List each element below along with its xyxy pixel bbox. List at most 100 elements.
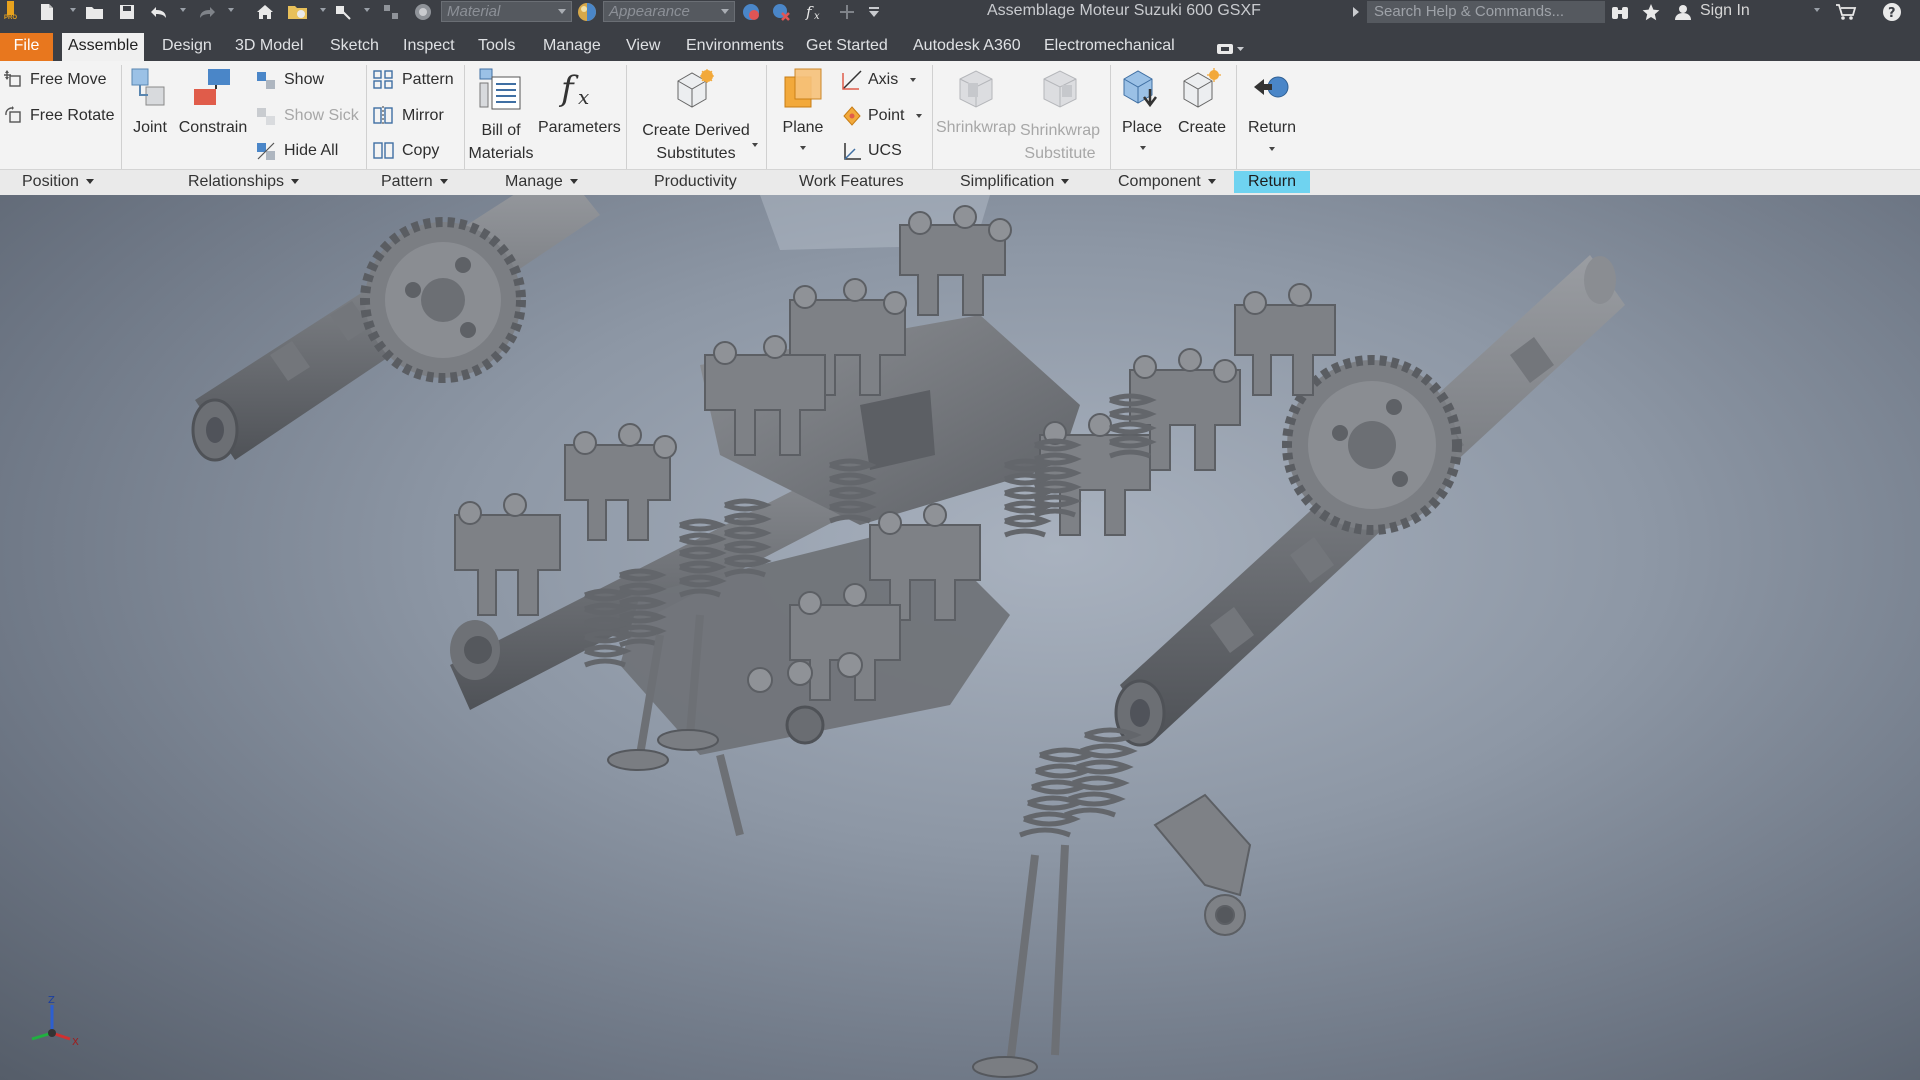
document-title: Assemblage Moteur Suzuki 600 GSXF [987, 2, 1261, 19]
return-button[interactable]: Return [1240, 119, 1304, 137]
bill-of-materials-button[interactable]: Bill of Materials [462, 119, 540, 165]
joint-icon [130, 67, 170, 109]
parameters-button[interactable]: Parameters [538, 119, 621, 137]
axis-button[interactable]: Axis [868, 71, 898, 89]
create-component-icon [1180, 67, 1224, 111]
measure-plus-icon[interactable] [836, 2, 858, 22]
project-dropdown-caret[interactable] [320, 8, 326, 12]
binoculars-icon[interactable] [1609, 2, 1631, 22]
sws-label-line2: Substitute [1024, 145, 1096, 162]
panel-component-label[interactable]: Component [1118, 171, 1216, 193]
tab-sketch[interactable]: Sketch [324, 33, 385, 61]
point-button[interactable]: Point [868, 107, 904, 125]
tab-3d-model[interactable]: 3D Model [229, 33, 309, 61]
triad-z-label: Z [48, 995, 55, 1006]
tab-electromechanical[interactable]: Electromechanical [1038, 33, 1181, 61]
plane-button[interactable]: Plane [776, 119, 830, 137]
redo-dropdown-caret[interactable] [228, 8, 234, 12]
shrinkwrap-substitute-button[interactable]: Shrinkwrap Substitute [1018, 119, 1102, 165]
tab-file[interactable]: File [0, 33, 53, 61]
help-icon[interactable]: ? [1880, 2, 1904, 22]
shrinkwrap-button[interactable]: Shrinkwrap [934, 119, 1018, 137]
create-button[interactable]: Create [1172, 119, 1232, 137]
select-dropdown-caret[interactable] [364, 8, 370, 12]
valve-heads [607, 729, 1038, 1078]
parameters-fx-icon[interactable]: fx [804, 2, 826, 22]
clear-appearance-icon[interactable] [770, 2, 792, 22]
redo-icon[interactable] [196, 2, 218, 22]
plane-dropdown-caret[interactable] [800, 146, 806, 150]
select-priority-icon[interactable] [332, 2, 354, 22]
constrain-button[interactable]: Constrain [178, 119, 248, 137]
free-rotate-button[interactable]: Free Rotate [30, 107, 114, 125]
sign-in-link[interactable]: Sign In [1700, 0, 1750, 24]
open-folder-icon[interactable] [84, 2, 106, 22]
panel-pattern-label[interactable]: Pattern [381, 171, 448, 193]
new-file-icon[interactable] [36, 2, 58, 22]
appearance-dropdown[interactable]: Appearance [603, 1, 735, 22]
copy-button[interactable]: Copy [402, 142, 439, 160]
tab-autodesk-a360[interactable]: Autodesk A360 [907, 33, 1027, 61]
search-expand-arrow[interactable] [1353, 7, 1359, 17]
place-button[interactable]: Place [1116, 119, 1168, 137]
undo-dropdown-caret[interactable] [180, 8, 186, 12]
panel-productivity-label: Productivity [654, 173, 737, 190]
project-icon[interactable] [286, 2, 310, 22]
graphics-viewport[interactable]: Z X [0, 195, 1920, 1080]
ribbon-display-toggle-icon[interactable] [1216, 42, 1246, 56]
inventor-app-icon[interactable]: PRO [3, 1, 19, 23]
point-dropdown-caret[interactable] [916, 114, 922, 118]
search-help-input[interactable]: Search Help & Commands... [1367, 1, 1605, 23]
mirror-button[interactable]: Mirror [402, 107, 444, 125]
save-icon[interactable] [116, 2, 138, 22]
undo-icon[interactable] [148, 2, 170, 22]
sign-in-dropdown-caret[interactable] [1814, 8, 1820, 12]
tab-design[interactable]: Design [156, 33, 218, 61]
tab-view[interactable]: View [620, 33, 666, 61]
tab-tools[interactable]: Tools [472, 33, 521, 61]
svg-text:x: x [814, 11, 820, 22]
material-dropdown[interactable]: Material [441, 1, 572, 22]
tab-inspect[interactable]: Inspect [397, 33, 461, 61]
return-icon [1250, 67, 1294, 111]
loose-rocker-arm [1153, 793, 1252, 936]
tab-environments[interactable]: Environments [680, 33, 790, 61]
svg-text:x: x [578, 85, 589, 109]
place-component-icon [1120, 67, 1164, 111]
hide-all-button[interactable]: Hide All [284, 142, 338, 160]
joint-button[interactable]: Joint [130, 119, 170, 137]
pattern-button[interactable]: Pattern [402, 71, 454, 89]
panel-manage-label[interactable]: Manage [505, 171, 578, 193]
exploded-engine-assembly-model[interactable] [0, 195, 1920, 1080]
panel-simplification-label[interactable]: Simplification [960, 171, 1070, 193]
new-dropdown-caret[interactable] [70, 8, 76, 12]
view-orientation-triad[interactable]: Z X [12, 993, 82, 1053]
inventor-window: PRO Material Appearance f x Assemblage M… [0, 0, 1920, 1080]
ucs-button[interactable]: UCS [868, 142, 902, 160]
axis-dropdown-caret[interactable] [910, 78, 916, 82]
customize-qat-icon[interactable] [864, 2, 884, 22]
svg-text:f: f [805, 3, 814, 21]
triad-x-label: X [72, 1037, 79, 1048]
return-dropdown-caret[interactable] [1269, 147, 1275, 151]
free-move-icon [3, 70, 24, 90]
adjust-appearance-icon[interactable] [740, 2, 762, 22]
bill-of-materials-icon [478, 67, 522, 111]
free-move-button[interactable]: Free Move [30, 71, 106, 89]
tab-get-started[interactable]: Get Started [800, 33, 894, 61]
show-sick-button[interactable]: Show Sick [284, 107, 359, 125]
update-icon[interactable] [380, 2, 402, 22]
show-button[interactable]: Show [284, 71, 324, 89]
favorites-star-icon[interactable] [1640, 2, 1662, 22]
panel-relationships-label[interactable]: Relationships [188, 171, 300, 193]
tab-manage[interactable]: Manage [537, 33, 607, 61]
color-override-icon[interactable] [412, 2, 434, 22]
create-derived-substitutes-button[interactable]: Create Derived Substitutes [636, 119, 756, 165]
tab-assemble[interactable]: Assemble [62, 33, 145, 61]
place-dropdown-caret[interactable] [1140, 146, 1146, 150]
productivity-dropdown-caret[interactable] [752, 143, 758, 147]
panel-position-label[interactable]: Position [22, 171, 94, 193]
autodesk-store-cart-icon[interactable] [1833, 2, 1859, 22]
home-icon[interactable] [254, 2, 276, 22]
ribbon-assemble: Free Move Free Rotate Joint Constrain Sh… [0, 61, 1920, 195]
